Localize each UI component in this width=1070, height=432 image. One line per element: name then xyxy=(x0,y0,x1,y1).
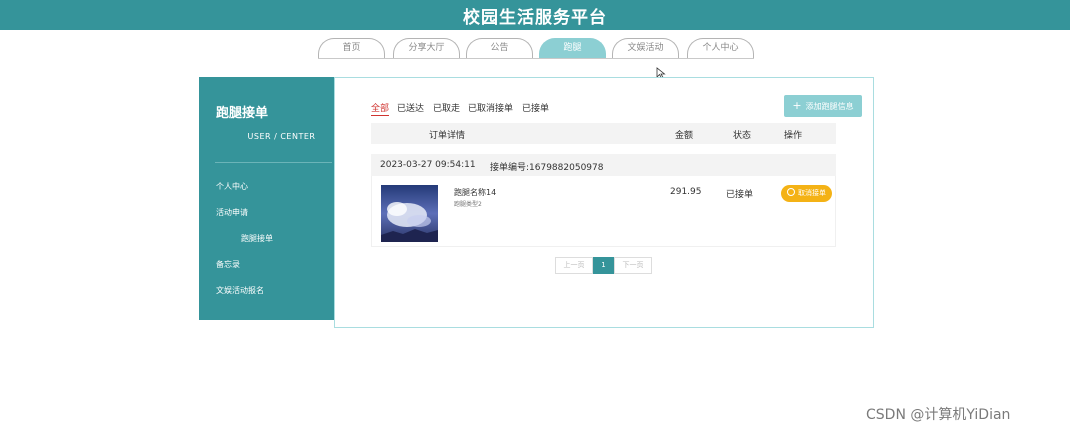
filter-accepted[interactable]: 已接单 xyxy=(522,101,549,114)
header-status: 状态 xyxy=(733,131,752,141)
filter-cancelled[interactable]: 已取消接单 xyxy=(468,101,513,114)
site-title: 校园生活服务平台 xyxy=(463,8,607,28)
order-status: 已接单 xyxy=(726,190,754,200)
order-thumbnail[interactable] xyxy=(381,185,438,242)
item-name: 跑腿名称14 xyxy=(454,188,497,197)
order-date: 2023-03-27 09:54:11 xyxy=(380,160,476,170)
filter-picked-up[interactable]: 已取走 xyxy=(433,101,460,114)
main-nav: 首页 分享大厅 公告 跑腿 文娱活动 个人中心 xyxy=(0,38,1070,60)
sidebar-subtitle: USER / CENTER xyxy=(247,132,316,141)
nav-tab-notice[interactable]: 公告 xyxy=(466,38,533,59)
page-1-button[interactable]: 1 xyxy=(593,257,614,274)
add-errand-button[interactable]: + 添加跑腿信息 xyxy=(784,95,862,117)
cancel-circle-icon xyxy=(787,188,795,196)
sidebar-item-memo[interactable]: 备忘录 xyxy=(216,259,240,270)
item-type: 跑腿类型2 xyxy=(454,201,482,208)
order-amount: 291.95 xyxy=(670,187,702,197)
order-header: 2023-03-27 09:54:11 接单编号:1679882050978 xyxy=(371,154,836,176)
header-amount: 金额 xyxy=(675,131,694,141)
plus-icon: + xyxy=(792,99,802,112)
top-header-bar: 校园生活服务平台 xyxy=(0,0,1070,30)
filter-all[interactable]: 全部 xyxy=(371,101,390,116)
nav-tab-share-hall[interactable]: 分享大厅 xyxy=(393,38,460,59)
table-header: 订单详情 金额 状态 操作 xyxy=(371,123,836,144)
sidebar-item-errand-orders[interactable]: 跑腿接单 xyxy=(241,233,273,244)
sidebar-divider xyxy=(215,162,332,163)
header-order-detail: 订单详情 xyxy=(429,131,466,141)
nav-tab-activities[interactable]: 文娱活动 xyxy=(612,38,679,59)
cancel-order-button[interactable]: 取消接单 xyxy=(781,185,832,202)
order-number: 接单编号:1679882050978 xyxy=(490,163,604,173)
next-page-button[interactable]: 下一页 xyxy=(614,257,652,274)
filter-delivered[interactable]: 已送达 xyxy=(397,101,424,114)
sidebar-title: 跑腿接单 xyxy=(216,106,269,121)
nav-divider xyxy=(318,58,754,59)
order-panel: 全部 已送达 已取走 已取消接单 已接单 + 添加跑腿信息 订单详情 金额 状态 … xyxy=(334,77,874,328)
header-action: 操作 xyxy=(784,131,803,141)
order-row: 跑腿名称14 跑腿类型2 291.95 已接单 取消接单 xyxy=(371,176,836,247)
sidebar-item-personal-center[interactable]: 个人中心 xyxy=(216,181,248,192)
add-errand-label: 添加跑腿信息 xyxy=(805,102,854,111)
nav-tab-personal-center[interactable]: 个人中心 xyxy=(687,38,754,59)
watermark: CSDN @计算机YiDian xyxy=(866,407,1011,423)
nav-tab-home[interactable]: 首页 xyxy=(318,38,385,59)
sidebar-item-activity-signup[interactable]: 文娱活动报名 xyxy=(216,285,264,296)
sidebar: 跑腿接单 USER / CENTER 个人中心 活动申请 跑腿接单 备忘录 文娱… xyxy=(199,77,334,320)
nav-tab-errand[interactable]: 跑腿 xyxy=(539,38,606,59)
sidebar-item-activity-apply[interactable]: 活动申请 xyxy=(216,207,248,218)
cancel-order-label: 取消接单 xyxy=(798,189,826,197)
prev-page-button[interactable]: 上一页 xyxy=(555,257,593,274)
